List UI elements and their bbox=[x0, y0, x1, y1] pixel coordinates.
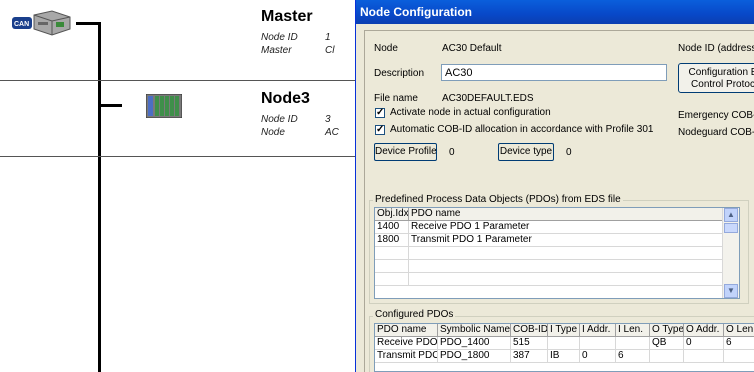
field-value: AC bbox=[325, 127, 339, 138]
predefined-pdo-group-label: Predefined Process Data Objects (PDOs) f… bbox=[373, 194, 623, 205]
column-header-pdo-name[interactable]: PDO name bbox=[375, 324, 438, 337]
node3-title: Node3 bbox=[261, 90, 310, 107]
predefined-pdo-scrollbar[interactable]: ▲ ▼ bbox=[722, 208, 739, 298]
device-profile-value: 0 bbox=[449, 147, 455, 158]
file-name-label: File name bbox=[374, 93, 418, 104]
field-value: 1 bbox=[325, 32, 331, 43]
description-label: Description bbox=[374, 68, 425, 79]
column-header-symbolic-name[interactable]: Symbolic Name bbox=[438, 324, 511, 337]
column-header-i-type[interactable]: I Type bbox=[548, 324, 580, 337]
table-cell[interactable]: Receive PDO 1 bbox=[375, 337, 438, 350]
table-cell[interactable]: QB bbox=[650, 337, 684, 350]
nodeguard-cobid-label: Nodeguard COB-ID bbox=[678, 127, 754, 138]
canopen-master-icon[interactable]: CAN bbox=[12, 9, 76, 39]
node3-field-node-id: Node ID 3 bbox=[261, 114, 331, 125]
field-key: Node ID bbox=[261, 32, 298, 43]
node-separator bbox=[0, 80, 360, 81]
emergency-cobid-label: Emergency COB-ID bbox=[678, 110, 754, 121]
table-cell[interactable]: 1800 bbox=[375, 234, 409, 247]
node3-field-node: Node AC bbox=[261, 127, 339, 138]
dialog-titlebar[interactable]: Node Configuration bbox=[356, 0, 754, 24]
scroll-up-icon[interactable]: ▲ bbox=[724, 208, 738, 222]
table-cell[interactable]: PDO_1400 bbox=[438, 337, 511, 350]
field-key: Node bbox=[261, 127, 285, 138]
file-name-value: AC30DEFAULT.EDS bbox=[442, 93, 534, 104]
predefined-pdo-list[interactable]: Obj.Idx. PDO name 1400 Receive PDO 1 Par… bbox=[374, 207, 740, 299]
field-key: Master bbox=[261, 45, 292, 56]
can-logo-text: CAN bbox=[14, 21, 29, 28]
column-header-i-addr[interactable]: I Addr. bbox=[580, 324, 616, 337]
master-field-master: Master Cl bbox=[261, 45, 334, 56]
table-cell[interactable]: 1400 bbox=[375, 221, 409, 234]
empty-cell bbox=[375, 260, 409, 273]
table-cell[interactable]: 515 bbox=[511, 337, 548, 350]
master-bus-connector bbox=[76, 22, 100, 25]
field-value: Cl bbox=[325, 45, 335, 56]
configuration-button-line2: Control Protoc bbox=[691, 79, 754, 90]
empty-cell bbox=[409, 273, 723, 286]
table-cell[interactable]: Transmit PDO 1 bbox=[375, 350, 438, 363]
empty-cell bbox=[375, 273, 409, 286]
table-cell[interactable]: 0 bbox=[684, 337, 724, 350]
table-cell[interactable]: 0 bbox=[580, 350, 616, 363]
activate-node-checkbox[interactable]: ✓ bbox=[375, 108, 385, 118]
column-header-pdo-name[interactable]: PDO name bbox=[409, 208, 723, 221]
table-cell[interactable]: PDO_1800 bbox=[438, 350, 511, 363]
node-id-address-label: Node ID (address) bbox=[678, 43, 754, 54]
table-cell[interactable] bbox=[684, 350, 724, 363]
node3-bus-connector bbox=[100, 104, 122, 107]
column-header-obj-idx[interactable]: Obj.Idx. bbox=[375, 208, 409, 221]
can-bus-line bbox=[98, 22, 101, 372]
field-value: 3 bbox=[325, 114, 331, 125]
configured-pdo-table[interactable]: PDO name Symbolic Name COB-ID I Type I A… bbox=[374, 323, 754, 372]
table-cell[interactable]: 387 bbox=[511, 350, 548, 363]
network-canvas[interactable]: CAN Master Node ID 1 Master Cl Node3 Node … bbox=[0, 0, 360, 372]
scroll-thumb[interactable] bbox=[724, 223, 738, 233]
io-module-icon[interactable] bbox=[145, 93, 183, 119]
node-label: Node bbox=[374, 43, 398, 54]
empty-cell bbox=[409, 260, 723, 273]
table-cell[interactable]: Transmit PDO 1 Parameter bbox=[409, 234, 723, 247]
table-cell[interactable]: IB bbox=[548, 350, 580, 363]
table-cell[interactable] bbox=[548, 337, 580, 350]
column-header-cob-id[interactable]: COB-ID bbox=[511, 324, 548, 337]
master-field-node-id: Node ID 1 bbox=[261, 32, 331, 43]
device-profile-button[interactable]: Device Profile bbox=[374, 143, 437, 161]
description-input[interactable] bbox=[441, 64, 667, 81]
node-separator bbox=[0, 156, 360, 157]
auto-cobid-checkbox[interactable]: ✓ bbox=[375, 125, 385, 135]
table-cell[interactable]: Receive PDO 1 Parameter bbox=[409, 221, 723, 234]
table-cell[interactable]: 6 bbox=[616, 350, 650, 363]
activate-node-label: Activate node in actual configuration bbox=[390, 107, 551, 118]
column-header-o-type[interactable]: O Type bbox=[650, 324, 684, 337]
table-cell[interactable] bbox=[616, 337, 650, 350]
field-key: Node ID bbox=[261, 114, 298, 125]
column-header-i-len[interactable]: I Len. bbox=[616, 324, 650, 337]
scroll-down-icon[interactable]: ▼ bbox=[724, 284, 738, 298]
table-cell[interactable] bbox=[724, 350, 754, 363]
configuration-button-line1: Configuration E bbox=[688, 67, 754, 78]
table-cell[interactable] bbox=[580, 337, 616, 350]
empty-cell bbox=[375, 247, 409, 260]
configured-pdo-group-label: Configured PDOs bbox=[373, 309, 456, 320]
device-type-value: 0 bbox=[566, 147, 572, 158]
column-header-o-len[interactable]: O Len. bbox=[724, 324, 754, 337]
master-title: Master bbox=[261, 8, 313, 25]
device-type-button[interactable]: Device type bbox=[498, 143, 554, 161]
configuration-button[interactable]: Configuration E Control Protoc bbox=[678, 63, 754, 93]
empty-cell bbox=[409, 247, 723, 260]
table-cell[interactable] bbox=[650, 350, 684, 363]
node-value: AC30 Default bbox=[442, 43, 502, 54]
table-cell[interactable]: 6 bbox=[724, 337, 754, 350]
node-configuration-dialog: Node Configuration Node AC30 Default Nod… bbox=[355, 0, 754, 372]
auto-cobid-label: Automatic COB-ID allocation in accordanc… bbox=[390, 124, 654, 135]
column-header-o-addr[interactable]: O Addr. bbox=[684, 324, 724, 337]
